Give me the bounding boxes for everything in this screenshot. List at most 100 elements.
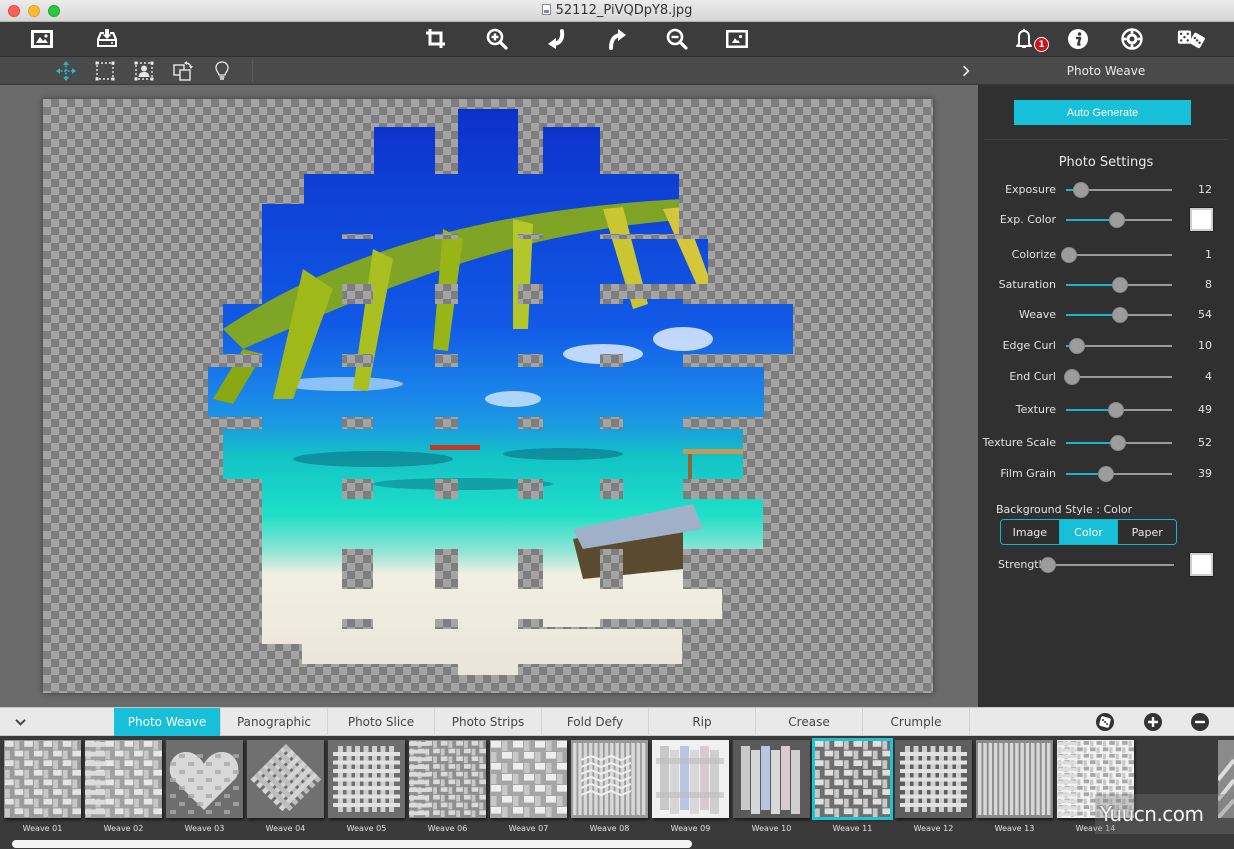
saturation-slider[interactable] bbox=[1066, 277, 1172, 293]
preset-label: Weave 13 bbox=[994, 824, 1035, 833]
image-canvas[interactable] bbox=[43, 99, 933, 693]
random-preset-button[interactable] bbox=[1095, 712, 1115, 732]
filmstrip-scrollbar[interactable] bbox=[12, 840, 692, 848]
strength-color-swatch[interactable] bbox=[1189, 552, 1214, 577]
tab-photo-slice[interactable]: Photo Slice bbox=[328, 708, 435, 736]
window-titlebar: 52112_PiVQDpY8.jpg bbox=[0, 0, 1234, 22]
auto-generate-button[interactable]: Auto Generate bbox=[1014, 100, 1191, 125]
preset-thumbnail-weave-10[interactable] bbox=[733, 740, 810, 818]
exposure-slider[interactable] bbox=[1066, 182, 1172, 198]
info-button[interactable] bbox=[1063, 26, 1093, 52]
preset-thumbnail-weave-13[interactable] bbox=[976, 740, 1053, 818]
slider-label: Exp. Color bbox=[999, 213, 1056, 226]
save-button[interactable] bbox=[92, 26, 122, 52]
texture-scale-slider[interactable] bbox=[1066, 435, 1172, 451]
preset-thumbnail-weave-08[interactable] bbox=[571, 740, 648, 818]
selection-tool-button[interactable] bbox=[93, 59, 117, 83]
preset-preview bbox=[328, 740, 405, 818]
slider-thumb[interactable] bbox=[1108, 212, 1125, 228]
end-curl-slider[interactable] bbox=[1064, 369, 1172, 385]
fit-image-button[interactable] bbox=[722, 26, 752, 52]
notifications-button[interactable]: 1 bbox=[1010, 26, 1049, 52]
open-image-button[interactable] bbox=[27, 26, 57, 52]
slider-row-exposure: Exposure 12 bbox=[978, 180, 1234, 200]
preset-preview bbox=[652, 740, 729, 818]
tab-rip[interactable]: Rip bbox=[649, 708, 756, 736]
preset-thumbnail-weave-04[interactable] bbox=[247, 740, 324, 818]
crop-icon bbox=[426, 29, 445, 48]
tab-photo-weave[interactable]: Photo Weave bbox=[114, 708, 221, 736]
rotate-left-button[interactable] bbox=[542, 26, 572, 52]
strength-slider[interactable] bbox=[1040, 557, 1174, 573]
preset-thumbnail-weave-09[interactable] bbox=[652, 740, 729, 818]
zoom-out-button[interactable] bbox=[662, 26, 692, 52]
colorize-slider[interactable] bbox=[1061, 247, 1172, 263]
preset-thumbnail-weave-07[interactable] bbox=[490, 740, 567, 818]
tool-options-bar bbox=[0, 57, 978, 85]
slider-thumb[interactable] bbox=[1098, 466, 1115, 482]
tips-button[interactable] bbox=[210, 59, 234, 83]
slider-thumb[interactable] bbox=[1107, 402, 1124, 418]
chevron-right-icon bbox=[963, 65, 970, 77]
preset-label: Weave 04 bbox=[265, 824, 306, 833]
add-preset-button[interactable] bbox=[1143, 712, 1163, 732]
weave-slider[interactable] bbox=[1066, 307, 1172, 323]
slider-thumb[interactable] bbox=[1072, 182, 1089, 198]
preset-thumbnail-weave-01[interactable] bbox=[4, 740, 81, 818]
preset-thumbnail-weave-03[interactable] bbox=[166, 740, 243, 818]
slider-row-texture: Texture 49 bbox=[978, 400, 1234, 420]
preset-preview bbox=[733, 740, 810, 818]
slider-label: Texture bbox=[1015, 403, 1056, 416]
remove-preset-button[interactable] bbox=[1190, 712, 1210, 732]
portrait-tool-button[interactable] bbox=[132, 59, 156, 83]
film-grain-slider[interactable] bbox=[1066, 466, 1172, 482]
portrait-tool-icon bbox=[134, 61, 154, 81]
slider-thumb[interactable] bbox=[1061, 247, 1078, 263]
preset-thumbnail-weave-05[interactable] bbox=[328, 740, 405, 818]
exp-color-slider[interactable] bbox=[1066, 212, 1172, 228]
tab-crease[interactable]: Crease bbox=[756, 708, 863, 736]
tab-crumple[interactable]: Crumple bbox=[863, 708, 970, 736]
zoom-in-button[interactable] bbox=[482, 26, 512, 52]
tab-photo-strips[interactable]: Photo Strips bbox=[435, 708, 542, 736]
settings-button[interactable] bbox=[1117, 26, 1147, 52]
slider-label: Edge Curl bbox=[1002, 339, 1056, 352]
document-icon bbox=[541, 4, 551, 15]
settings-panel: Photo Weave Auto Generate Photo Settings… bbox=[978, 57, 1234, 707]
collapse-presets-button[interactable] bbox=[10, 713, 30, 731]
rotate-right-button[interactable] bbox=[602, 26, 632, 52]
slider-label: Film Grain bbox=[1000, 467, 1056, 480]
save-export-icon bbox=[97, 29, 117, 47]
preset-thumbnail-weave-12[interactable] bbox=[895, 740, 972, 818]
bg-style-image-button[interactable]: Image bbox=[1001, 520, 1060, 544]
texture-slider[interactable] bbox=[1066, 402, 1172, 418]
slider-thumb[interactable] bbox=[1112, 277, 1129, 293]
rotate-left-icon bbox=[548, 29, 565, 49]
bg-style-color-button[interactable]: Color bbox=[1059, 520, 1119, 544]
effect-category-tabs: Photo Weave Panographic Photo Slice Photo S… bbox=[0, 707, 1234, 736]
bg-style-paper-button[interactable]: Paper bbox=[1118, 520, 1176, 544]
add-preset-icon bbox=[1144, 713, 1162, 731]
collapse-panel-button[interactable] bbox=[958, 61, 974, 81]
preset-thumbnail-weave-06[interactable] bbox=[409, 740, 486, 818]
preset-thumbnail-weave-11[interactable] bbox=[812, 738, 893, 820]
slider-thumb[interactable] bbox=[1112, 307, 1129, 323]
slider-thumb[interactable] bbox=[1068, 338, 1085, 354]
preset-label: Weave 02 bbox=[103, 824, 144, 833]
tab-fold-defy[interactable]: Fold Defy bbox=[542, 708, 649, 736]
transform-tool-button[interactable] bbox=[171, 59, 195, 83]
preset-thumbnail-weave-02[interactable] bbox=[85, 740, 162, 818]
slider-thumb[interactable] bbox=[1064, 369, 1081, 385]
crop-button[interactable] bbox=[421, 26, 451, 52]
panel-divider bbox=[984, 139, 1228, 140]
move-tool-button[interactable] bbox=[54, 59, 78, 83]
tab-panographic[interactable]: Panographic bbox=[221, 708, 328, 736]
slider-thumb[interactable] bbox=[1040, 557, 1056, 573]
slider-row-strength: Strength bbox=[978, 552, 1234, 577]
edge-curl-slider[interactable] bbox=[1066, 338, 1172, 354]
slider-thumb[interactable] bbox=[1109, 435, 1126, 451]
exposure-color-swatch[interactable] bbox=[1189, 207, 1214, 232]
random-dice-button[interactable] bbox=[1175, 26, 1209, 52]
slider-row-end-curl: End Curl 4 bbox=[978, 367, 1234, 387]
slider-row-texture-scale: Texture Scale 52 bbox=[978, 433, 1234, 453]
